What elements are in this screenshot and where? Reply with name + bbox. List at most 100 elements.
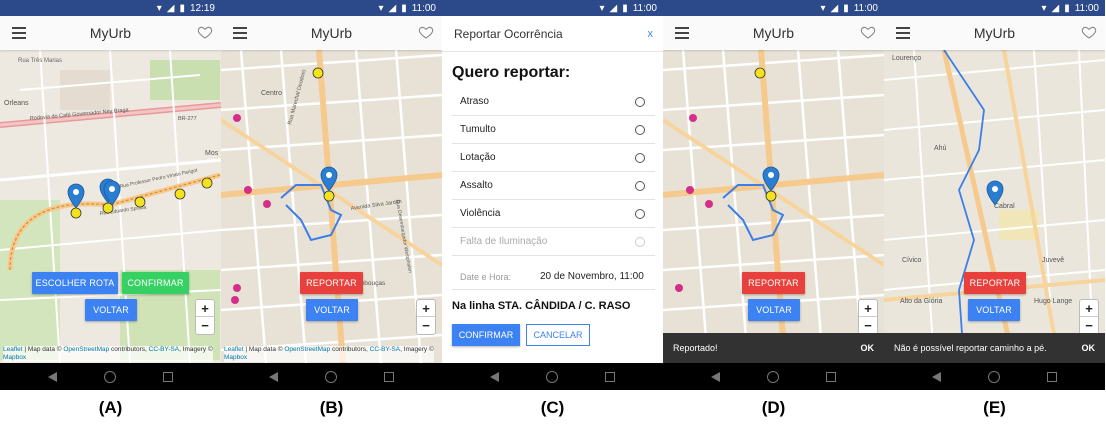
bus-stop[interactable] (174, 188, 186, 200)
zoom-in-button[interactable]: + (196, 300, 214, 317)
bus-stop[interactable] (312, 67, 324, 79)
heart-icon[interactable] (197, 24, 213, 40)
zoom-in-button[interactable]: + (1080, 300, 1098, 317)
map-attribution: Leaflet | Map data © OpenStreetMap contr… (224, 346, 434, 362)
menu-icon[interactable] (12, 27, 26, 39)
home-nav-icon[interactable] (103, 370, 116, 383)
cancel-button[interactable]: CANCELAR (526, 324, 590, 346)
cc-link[interactable]: CC-BY-SA (149, 346, 179, 353)
option-violencia[interactable]: Violência (452, 200, 655, 228)
bus-stop[interactable] (70, 207, 82, 219)
option-tumulto[interactable]: Tumulto (452, 116, 655, 144)
datetime-value: 20 de Novembro, 11:00 (540, 271, 644, 282)
bus-stop[interactable] (201, 177, 213, 189)
map-label-district: Alto da Glória (900, 298, 943, 305)
menu-icon[interactable] (896, 27, 910, 39)
osm-link[interactable]: OpenStreetMap (63, 346, 109, 353)
report-button[interactable]: REPORTAR (742, 272, 805, 294)
app-title: MyUrb (752, 25, 795, 41)
heart-icon[interactable] (1081, 24, 1097, 40)
app-bar: MyUrb (884, 16, 1105, 50)
zoom-out-button[interactable]: − (417, 317, 435, 334)
app-title: MyUrb (973, 25, 1016, 41)
radio-icon[interactable] (635, 96, 645, 107)
signal-icon: ◢ (1051, 2, 1060, 14)
phone-screen-e: ▾ ◢ ▮ 11:00 MyUrb Lourenço Ahú Cabral Cí… (884, 0, 1105, 390)
osm-link[interactable]: OpenStreetMap (284, 346, 330, 353)
caption-b: (B) (319, 398, 344, 417)
map-label-district: Juvevê (1042, 257, 1064, 264)
recent-apps-icon[interactable] (383, 371, 394, 382)
caption-e: (E) (983, 398, 1006, 417)
back-button[interactable]: VOLTAR (85, 299, 137, 321)
home-nav-icon[interactable] (766, 370, 779, 383)
confirm-button[interactable]: CONFIRMAR (122, 272, 189, 294)
cc-link[interactable]: CC-BY-SA (370, 346, 400, 353)
leaflet-link[interactable]: Leaflet (3, 346, 23, 353)
home-nav-icon[interactable] (324, 370, 337, 383)
zoom-out-button[interactable]: − (859, 317, 877, 334)
radio-icon[interactable] (635, 152, 645, 163)
back-button[interactable]: VOLTAR (748, 299, 800, 321)
back-nav-icon[interactable] (269, 371, 279, 382)
radio-icon[interactable] (635, 208, 645, 219)
recent-apps-icon[interactable] (1046, 371, 1057, 382)
bus-stop[interactable] (765, 190, 777, 202)
dialog-title: Reportar Ocorrência (454, 26, 563, 41)
back-nav-icon[interactable] (48, 371, 58, 382)
recent-apps-icon[interactable] (825, 371, 836, 382)
zoom-in-button[interactable]: + (417, 300, 435, 317)
app-title: MyUrb (310, 25, 353, 41)
battery-icon: ▮ (843, 2, 849, 14)
android-nav-bar (0, 363, 221, 390)
home-nav-icon[interactable] (545, 370, 558, 383)
mapbox-link[interactable]: Mapbox (224, 354, 247, 361)
bus-line-text: Na linha STA. CÂNDIDA / C. RASO (452, 300, 631, 312)
menu-icon[interactable] (233, 27, 247, 39)
pharmacy-icon (705, 200, 713, 208)
option-lotacao[interactable]: Lotação (452, 144, 655, 172)
mapbox-link[interactable]: Mapbox (3, 354, 26, 361)
map-view[interactable]: REPORTAR VOLTAR + − (663, 50, 884, 363)
back-nav-icon[interactable] (711, 371, 721, 382)
close-icon[interactable]: x (648, 28, 654, 40)
snackbar-message: Reportado! (673, 343, 718, 353)
report-button[interactable]: REPORTAR (300, 272, 363, 294)
bus-stop[interactable] (134, 196, 146, 208)
zoom-out-button[interactable]: − (1080, 317, 1098, 334)
status-time: 11:00 (853, 2, 878, 14)
option-assalto[interactable]: Assalto (452, 172, 655, 200)
snackbar-ok-button[interactable]: OK (861, 343, 875, 353)
option-atraso[interactable]: Atraso (452, 88, 655, 116)
zoom-control: + − (858, 299, 878, 335)
choose-route-button[interactable]: ESCOLHER ROTA (32, 272, 118, 294)
zoom-out-button[interactable]: − (196, 317, 214, 334)
heart-icon[interactable] (860, 24, 876, 40)
back-nav-icon[interactable] (490, 371, 500, 382)
bus-stop[interactable] (754, 67, 766, 79)
status-bar: ▾ ◢ ▮ 11:00 (221, 0, 442, 16)
recent-apps-icon[interactable] (162, 371, 173, 382)
home-nav-icon[interactable] (987, 370, 1000, 383)
snackbar-ok-button[interactable]: OK (1082, 343, 1096, 353)
radio-icon[interactable] (635, 124, 645, 135)
back-nav-icon[interactable] (932, 371, 942, 382)
datetime-label: Date e Hora: (460, 271, 512, 282)
map-view[interactable]: Rua Três Marias Orleans Rodovia do Café … (0, 50, 221, 363)
radio-icon[interactable] (635, 180, 645, 191)
back-button[interactable]: VOLTAR (306, 299, 358, 321)
map-view[interactable]: Centro Rua Marechal Deodoro Avenida Silv… (221, 50, 442, 363)
zoom-in-button[interactable]: + (859, 300, 877, 317)
menu-icon[interactable] (675, 27, 689, 39)
map-view[interactable]: Lourenço Ahú Cabral Cívico Alto da Glóri… (884, 50, 1105, 363)
bus-stop[interactable] (323, 190, 335, 202)
leaflet-link[interactable]: Leaflet (224, 346, 244, 353)
zoom-control: + − (416, 299, 436, 335)
report-button[interactable]: REPORTAR (964, 272, 1026, 294)
recent-apps-icon[interactable] (604, 371, 615, 382)
back-button[interactable]: VOLTAR (968, 299, 1020, 321)
confirm-button[interactable]: CONFIRMAR (452, 324, 520, 346)
signal-icon: ◢ (166, 2, 175, 14)
heart-icon[interactable] (418, 24, 434, 40)
pharmacy-icon (689, 114, 697, 122)
